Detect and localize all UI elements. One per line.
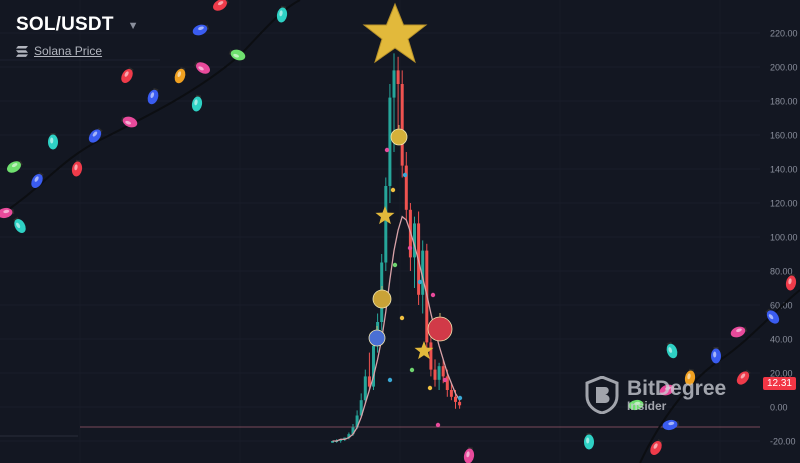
string-light-icon — [228, 49, 246, 61]
tree-light — [402, 172, 408, 178]
string-light-icon — [736, 369, 751, 385]
candle-body — [458, 401, 462, 406]
candle-body — [404, 165, 408, 210]
candle-body — [400, 84, 404, 166]
tree-light — [435, 422, 441, 428]
candle-body — [396, 70, 400, 84]
tree-light — [417, 279, 423, 285]
candle-body — [384, 186, 388, 263]
chevron-down-icon[interactable]: ▼ — [128, 20, 139, 32]
candle-body — [363, 376, 367, 401]
y-tick-label: 100.00 — [770, 233, 798, 243]
string-light-icon — [13, 216, 26, 233]
string-light-icon — [463, 446, 475, 463]
candle-body — [441, 366, 445, 377]
tree-light — [407, 245, 413, 251]
y-tick-label: 140.00 — [770, 165, 798, 175]
y-tick-label: 180.00 — [770, 97, 798, 107]
y-tick-label: 220.00 — [770, 29, 798, 39]
tree-light — [392, 262, 398, 268]
y-tick-label: 120.00 — [770, 199, 798, 209]
string-light-icon — [213, 0, 230, 11]
symbol-header: SOL/USDT ▼ Solana Price — [16, 14, 139, 58]
tree-light — [427, 385, 433, 391]
asset-link[interactable]: Solana Price — [34, 44, 102, 58]
tree-light — [430, 292, 436, 298]
ornament-icon — [390, 128, 408, 146]
bitdegree-shield-icon — [585, 376, 619, 414]
tree-light — [457, 395, 463, 401]
candle-body — [388, 97, 392, 186]
y-tick-label: -20.00 — [770, 437, 796, 447]
tree-light — [409, 367, 415, 373]
string-light-icon — [71, 159, 83, 177]
string-light-icon — [0, 207, 15, 219]
string-light-icon — [666, 341, 678, 359]
candles-series — [331, 53, 462, 443]
string-light-icon — [120, 116, 138, 128]
string-light-icon — [191, 94, 203, 112]
watermark-logo: BitDegree Insider — [585, 376, 726, 414]
string-light-icon — [192, 24, 210, 36]
y-tick-label: 40.00 — [770, 335, 793, 345]
last-price-badge: 12.31 — [762, 377, 796, 390]
string-light-icon — [193, 61, 210, 74]
solana-logo-icon — [16, 45, 28, 57]
brand-name: BitDegree — [627, 377, 727, 400]
y-tick-label: 200.00 — [770, 63, 798, 73]
candle-body — [392, 70, 396, 98]
string-light-icon — [730, 326, 748, 338]
tree-light — [442, 377, 448, 383]
candle-body — [437, 366, 441, 380]
ornament-icon — [372, 289, 392, 309]
string-light-icon — [121, 66, 134, 83]
tree-light — [399, 315, 405, 321]
candle-body — [449, 390, 453, 397]
string-light-icon — [174, 66, 186, 84]
tree-light — [390, 187, 396, 193]
y-tick-label: 80.00 — [770, 267, 793, 277]
candle-body — [429, 342, 433, 370]
pair-title[interactable]: SOL/USDT — [16, 14, 114, 36]
string-light-icon — [584, 433, 594, 450]
brand-tagline: Insider — [627, 399, 667, 413]
ornament-icon — [368, 329, 386, 347]
ornament-icon — [427, 316, 453, 342]
candle-body — [433, 369, 437, 380]
tree-light — [384, 147, 390, 153]
tree-light — [387, 377, 393, 383]
y-tick-label: 0.00 — [770, 403, 788, 413]
string-light-icon — [147, 87, 159, 105]
y-tick-label: 160.00 — [770, 131, 798, 141]
string-light-icon — [7, 160, 24, 173]
candle-body — [454, 396, 457, 402]
